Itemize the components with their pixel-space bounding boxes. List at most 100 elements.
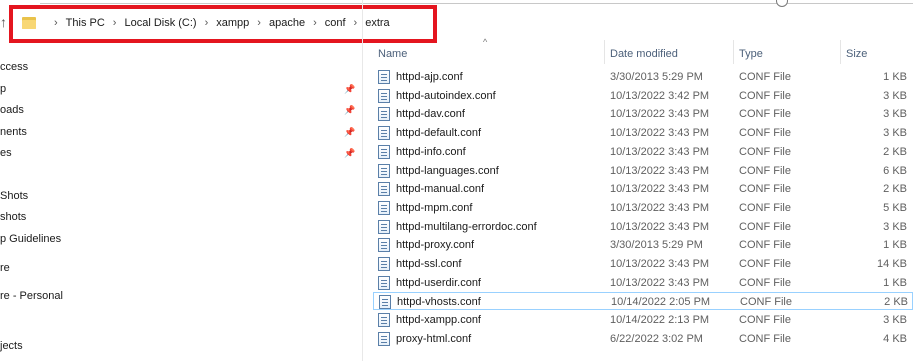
file-date-modified: 10/13/2022 3:43 PM [610, 145, 710, 158]
file-name: httpd-manual.conf [396, 183, 485, 196]
file-size: 3 KB [883, 314, 907, 327]
file-row[interactable]: httpd-ssl.conf 10/13/2022 3:43 PM CONF Fil… [373, 255, 913, 273]
file-name: httpd-mpm.conf [396, 201, 473, 214]
file-date-modified: 10/13/2022 3:43 PM [610, 220, 710, 233]
folder-icon [22, 17, 36, 29]
file-row[interactable]: httpd-languages.conf 10/13/2022 3:43 PM CO… [373, 162, 913, 180]
file-date-modified: 10/14/2022 2:13 PM [610, 314, 710, 327]
file-size: 2 KB [883, 145, 907, 158]
column-separator[interactable] [604, 40, 605, 64]
file-row[interactable]: httpd-vhosts.conf 10/14/2022 2:05 PM CONF … [373, 292, 913, 311]
file-name: httpd-autoindex.conf [396, 89, 496, 102]
sidebar-item-screenshots[interactable]: shots [0, 208, 26, 226]
sort-ascending-icon: ^ [483, 37, 488, 47]
conf-file-icon [378, 219, 390, 234]
pin-icon: 📌 [344, 127, 356, 137]
file-type: CONF File [739, 108, 791, 121]
sidebar-item-shots[interactable]: Shots [0, 187, 28, 205]
pane-divider[interactable] [362, 0, 363, 361]
column-header-date-modified[interactable]: Date modified [610, 46, 678, 62]
address-bar[interactable]: › This PC › Local Disk (C:) › xampp › ap… [22, 12, 390, 34]
file-row[interactable]: httpd-dav.conf 10/13/2022 3:43 PM CONF Fil… [373, 105, 913, 123]
column-separator[interactable] [840, 40, 841, 64]
file-row[interactable]: httpd-proxy.conf 3/30/2013 5:29 PM CONF Fi… [373, 236, 913, 254]
chevron-right-icon[interactable]: › [113, 17, 117, 29]
file-date-modified: 10/13/2022 3:43 PM [610, 276, 710, 289]
sidebar-item-downloads[interactable]: oads [0, 101, 24, 119]
conf-file-icon [378, 107, 390, 122]
file-name: proxy-html.conf [396, 332, 472, 345]
file-name: httpd-ajp.conf [396, 71, 463, 83]
sidebar-item-guidelines[interactable]: p Guidelines [0, 230, 61, 248]
file-row[interactable]: proxy-html.conf 6/22/2022 3:02 PM CONF Fil… [373, 330, 913, 348]
chevron-right-icon[interactable]: › [257, 17, 261, 29]
navigation-pane: ccess p 📌 oads 📌 nents 📌 es 📌 Shots shot… [0, 44, 362, 361]
sidebar-item-pictures[interactable]: es [0, 144, 12, 162]
file-row[interactable]: httpd-manual.conf 10/13/2022 3:43 PM CONF … [373, 180, 913, 198]
file-row[interactable]: httpd-userdir.conf 10/13/2022 3:43 PM CONF… [373, 274, 913, 292]
sidebar-item-documents[interactable]: nents [0, 123, 27, 141]
column-separator[interactable] [733, 40, 734, 64]
breadcrumb-local-disk[interactable]: Local Disk (C:) [124, 17, 196, 29]
file-name: httpd-userdir.conf [396, 276, 481, 289]
file-size: 1 KB [883, 276, 907, 289]
file-row[interactable]: httpd-info.conf 10/13/2022 3:43 PM CONF Fi… [373, 143, 913, 161]
file-date-modified: 10/13/2022 3:43 PM [610, 183, 710, 196]
splitter-handle[interactable] [776, 0, 788, 7]
file-size: 3 KB [883, 220, 907, 233]
file-type: CONF File [739, 201, 791, 214]
sidebar-item-onedrive-personal[interactable]: re - Personal [0, 287, 63, 305]
file-date-modified: 10/13/2022 3:43 PM [610, 258, 710, 270]
conf-file-icon [378, 275, 390, 290]
pin-icon: 📌 [344, 84, 356, 94]
conf-file-icon [378, 182, 390, 197]
conf-file-icon [378, 200, 390, 215]
sidebar-item-3d-objects[interactable]: jects [0, 337, 23, 355]
file-size: 3 KB [883, 108, 907, 121]
file-size: 1 KB [883, 71, 907, 83]
breadcrumb-apache[interactable]: apache [269, 17, 305, 29]
file-row[interactable]: httpd-autoindex.conf 10/13/2022 3:42 PM CO… [373, 87, 913, 105]
file-type: CONF File [739, 89, 791, 102]
file-size: 2 KB [884, 296, 908, 309]
breadcrumb-extra[interactable]: extra [365, 17, 389, 29]
file-name: httpd-xampp.conf [396, 314, 481, 327]
sidebar-item-desktop[interactable]: p [0, 80, 6, 98]
breadcrumb-conf[interactable]: conf [325, 17, 346, 29]
column-header-type[interactable]: Type [739, 46, 763, 62]
file-type: CONF File [739, 164, 791, 177]
chevron-right-icon[interactable]: › [354, 17, 358, 29]
column-header-size[interactable]: Size [846, 46, 867, 62]
file-row[interactable]: httpd-mpm.conf 10/13/2022 3:43 PM CONF Fil… [373, 199, 913, 217]
file-date-modified: 10/13/2022 3:43 PM [610, 108, 710, 121]
file-row[interactable]: httpd-default.conf 10/13/2022 3:43 PM CONF… [373, 124, 913, 142]
column-header-name[interactable]: Name [378, 46, 407, 62]
chevron-right-icon[interactable]: › [313, 17, 317, 29]
file-name: httpd-languages.conf [396, 164, 499, 177]
file-row[interactable]: httpd-ajp.conf 3/30/2013 5:29 PM CONF File… [373, 68, 913, 86]
file-size: 2 KB [883, 183, 907, 196]
file-type: CONF File [739, 220, 791, 233]
conf-file-icon [378, 313, 390, 328]
breadcrumb-xampp[interactable]: xampp [216, 17, 249, 29]
pin-icon: 📌 [344, 148, 356, 158]
breadcrumb-this-pc[interactable]: This PC [66, 17, 105, 29]
file-name: httpd-proxy.conf [396, 239, 475, 252]
file-type: CONF File [739, 239, 791, 252]
file-date-modified: 10/14/2022 2:05 PM [611, 296, 711, 309]
chevron-right-icon[interactable]: › [205, 17, 209, 29]
file-name: httpd-multilang-errordoc.conf [396, 220, 537, 233]
conf-file-icon [378, 163, 390, 178]
file-size: 5 KB [883, 201, 907, 214]
file-row[interactable]: httpd-xampp.conf 10/14/2022 2:13 PM CONF F… [373, 311, 913, 329]
file-row[interactable]: httpd-multilang-errordoc.conf 10/13/2022 … [373, 218, 913, 236]
chevron-right-icon[interactable]: › [54, 17, 58, 29]
file-date-modified: 10/13/2022 3:43 PM [610, 127, 710, 140]
file-type: CONF File [739, 127, 791, 140]
sidebar-item-onedrive[interactable]: re [0, 259, 10, 277]
sidebar-item-quick-access[interactable]: ccess [0, 58, 28, 76]
file-date-modified: 6/22/2022 3:02 PM [610, 332, 703, 345]
file-size: 14 KB [877, 258, 907, 270]
file-type: CONF File [740, 296, 792, 309]
file-name: httpd-ssl.conf [396, 258, 462, 270]
